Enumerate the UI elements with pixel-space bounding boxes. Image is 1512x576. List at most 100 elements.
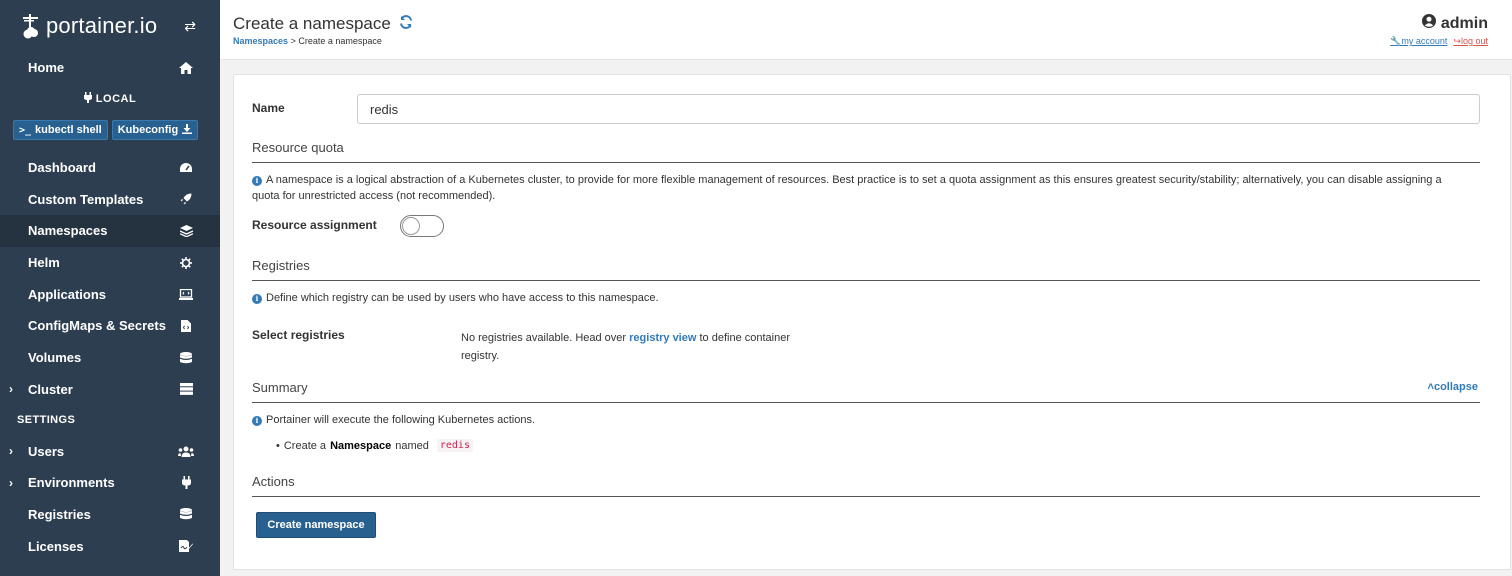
summary-info: i Portainer will execute the following Ku… — [252, 412, 1462, 428]
info-icon: i — [252, 416, 262, 426]
sidebar-item-environments[interactable]: › Environments — [0, 467, 220, 499]
resource-quota-info: iA namespace is a logical abstraction of… — [252, 172, 1462, 204]
sidebar-item-label: Namespaces — [28, 223, 108, 239]
registry-view-link[interactable]: registry view — [629, 332, 696, 344]
database-icon — [178, 508, 194, 520]
sidebar-item-label: Users — [28, 443, 65, 459]
sidebar-item-cluster[interactable]: › Cluster — [0, 374, 220, 406]
sidebar-item-applications[interactable]: Applications — [0, 278, 220, 310]
kubeconfig-label: Kubeconfig — [117, 124, 179, 137]
registries-section-title: Registries — [252, 258, 1480, 281]
no-registries-text-1: No registries available. Head over — [461, 332, 627, 344]
sidebar-item-label: Dashboard — [28, 160, 96, 176]
sidebar-item-label: Volumes — [28, 350, 82, 366]
sidebar-item-label: Applications — [28, 286, 107, 302]
user-name: admin — [1390, 14, 1488, 33]
sidebar-item-namespaces[interactable]: Namespaces — [0, 215, 220, 247]
log-out-label: log out — [1460, 36, 1488, 46]
sign-out-icon: ↪ — [1453, 36, 1461, 46]
sidebar-item-registries[interactable]: Registries — [0, 499, 220, 531]
name-input[interactable] — [357, 94, 1480, 124]
user-name-text: admin — [1440, 14, 1488, 32]
download-icon — [182, 123, 193, 137]
sidebar: portainer.io ⇄ Home LOCAL >_ kubectl she… — [0, 0, 220, 576]
chevron-right-icon: › — [9, 475, 13, 490]
sidebar-item-label: Helm — [28, 255, 60, 271]
users-icon — [178, 446, 194, 457]
resource-assignment-label: Resource assignment — [252, 218, 377, 232]
name-label: Name — [252, 101, 285, 115]
no-registries-text-2: to define container — [699, 332, 790, 344]
brand: portainer.io ⇄ — [0, 0, 220, 52]
user-circle-icon — [1421, 14, 1436, 33]
page-title-text: Create a namespace — [233, 14, 391, 33]
summary-namespace-code: redis — [436, 439, 473, 452]
laptop-code-icon — [178, 288, 194, 300]
kubectl-shell-label: kubectl shell — [35, 124, 102, 137]
sidebar-item-custom-templates[interactable]: Custom Templates — [0, 183, 220, 215]
select-registries-label: Select registries — [252, 328, 345, 342]
info-icon: i — [252, 176, 262, 186]
main-content: Create a namespace Namespaces > Create a… — [220, 0, 1512, 576]
log-out-link[interactable]: ↪log out — [1453, 36, 1488, 47]
registries-info-text: Define which registry can be used by use… — [266, 292, 659, 304]
sidebar-item-configmaps-secrets[interactable]: ConfigMaps & Secrets — [0, 310, 220, 342]
sidebar-toggle-icon[interactable]: ⇄ — [184, 18, 196, 35]
rocket-icon — [178, 193, 194, 205]
breadcrumb: Namespaces > Create a namespace — [233, 36, 382, 46]
refresh-icon[interactable] — [399, 14, 413, 34]
portainer-crane-icon — [23, 14, 38, 39]
toggle-knob — [402, 217, 420, 235]
plug-icon — [83, 91, 92, 106]
info-icon: i — [252, 294, 262, 304]
breadcrumb-namespaces-link[interactable]: Namespaces — [233, 36, 288, 46]
resource-quota-info-text: A namespace is a logical abstraction of … — [252, 174, 1442, 202]
chevron-right-icon: › — [9, 382, 13, 397]
create-namespace-button[interactable]: Create namespace — [256, 512, 376, 538]
sidebar-item-users[interactable]: › Users — [0, 435, 220, 467]
endpoint-name: LOCAL — [95, 92, 137, 105]
sidebar-item-label: Custom Templates — [28, 191, 144, 207]
portainer-logo[interactable]: portainer.io — [20, 12, 157, 40]
environment-buttons: >_ kubectl shell Kubeconfig — [0, 114, 220, 147]
page-title: Create a namespace — [233, 14, 413, 34]
database-icon — [178, 351, 194, 364]
endpoint-label: LOCAL — [0, 84, 220, 114]
tachometer-icon — [178, 162, 194, 174]
my-account-link[interactable]: 🔧my account — [1390, 36, 1447, 47]
summary-bullet-text-1: Create a — [283, 439, 327, 452]
sidebar-item-volumes[interactable]: Volumes — [0, 342, 220, 374]
sidebar-item-home[interactable]: Home — [0, 52, 220, 84]
collapse-link[interactable]: ˄collapse — [1428, 381, 1478, 393]
file-signature-icon — [178, 540, 194, 553]
summary-bullet-kind: Namespace — [330, 439, 392, 452]
summary-action-item: • Create a Namespace named redis — [276, 439, 473, 452]
sidebar-item-label: Licenses — [28, 538, 84, 554]
layers-icon — [178, 224, 194, 237]
plug-icon — [178, 476, 194, 490]
resource-quota-section-title: Resource quota — [252, 140, 1480, 163]
sidebar-item-dashboard[interactable]: Dashboard — [0, 152, 220, 184]
kubectl-shell-button[interactable]: >_ kubectl shell — [13, 120, 108, 141]
home-icon — [178, 61, 194, 74]
summary-section-title: Summary — [252, 380, 1480, 403]
bullet-dot: • — [276, 439, 280, 452]
helm-icon — [178, 256, 194, 269]
breadcrumb-current: Create a namespace — [298, 36, 382, 46]
sidebar-item-label: Registries — [28, 506, 91, 522]
summary-bullet-text-2: named — [395, 439, 429, 452]
no-registries-text-3: registry. — [461, 350, 500, 362]
brand-name: portainer.io — [46, 13, 158, 38]
server-icon — [178, 383, 194, 396]
settings-section-title: SETTINGS — [17, 414, 76, 427]
sidebar-item-helm[interactable]: Helm — [0, 247, 220, 279]
resource-assignment-toggle[interactable] — [400, 215, 444, 237]
terminal-icon: >_ — [19, 124, 32, 136]
sidebar-item-licenses[interactable]: Licenses — [0, 530, 220, 562]
no-registries-message: No registries available. Head over regis… — [461, 329, 831, 365]
sidebar-item-label: Home — [28, 60, 65, 76]
user-links: 🔧my account ↪log out — [1390, 36, 1488, 47]
kubeconfig-button[interactable]: Kubeconfig — [111, 120, 199, 141]
collapse-label: collapse — [1433, 381, 1478, 393]
wrench-icon: 🔧 — [1390, 36, 1402, 46]
